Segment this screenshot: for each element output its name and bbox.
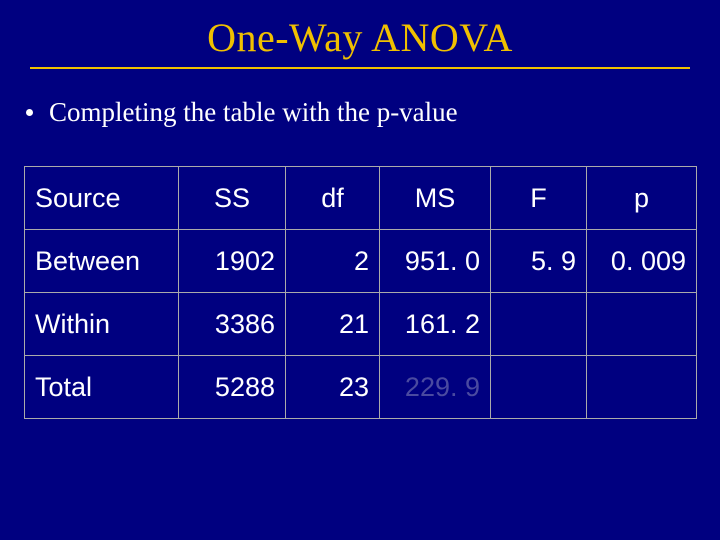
col-source: Source bbox=[25, 167, 179, 230]
cell-between-ms: 951. 0 bbox=[380, 230, 491, 293]
col-f: F bbox=[491, 167, 587, 230]
cell-total-p bbox=[587, 356, 697, 419]
bullet-icon bbox=[26, 109, 33, 116]
cell-total-ms: 229. 9 bbox=[380, 356, 491, 419]
slide-title: One-Way ANOVA bbox=[0, 0, 720, 61]
table-header-row: Source SS df MS F p bbox=[25, 167, 697, 230]
cell-between-df: 2 bbox=[286, 230, 380, 293]
col-df: df bbox=[286, 167, 380, 230]
row-between: Between 1902 2 951. 0 5. 9 0. 009 bbox=[25, 230, 697, 293]
cell-within-f bbox=[491, 293, 587, 356]
cell-within-source: Within bbox=[25, 293, 179, 356]
cell-within-df: 21 bbox=[286, 293, 380, 356]
cell-within-ss: 3386 bbox=[179, 293, 286, 356]
col-ms: MS bbox=[380, 167, 491, 230]
title-underline bbox=[30, 67, 690, 69]
anova-table: Source SS df MS F p Between 1902 2 951. … bbox=[24, 166, 697, 419]
bullet-row: Completing the table with the p-value bbox=[26, 97, 720, 128]
cell-between-f: 5. 9 bbox=[491, 230, 587, 293]
col-ss: SS bbox=[179, 167, 286, 230]
row-within: Within 3386 21 161. 2 bbox=[25, 293, 697, 356]
cell-within-p bbox=[587, 293, 697, 356]
cell-total-source: Total bbox=[25, 356, 179, 419]
bullet-text: Completing the table with the p-value bbox=[49, 97, 458, 128]
cell-within-ms: 161. 2 bbox=[380, 293, 491, 356]
slide: One-Way ANOVA Completing the table with … bbox=[0, 0, 720, 540]
cell-total-ss: 5288 bbox=[179, 356, 286, 419]
cell-total-f bbox=[491, 356, 587, 419]
cell-between-source: Between bbox=[25, 230, 179, 293]
cell-between-p: 0. 009 bbox=[587, 230, 697, 293]
cell-total-df: 23 bbox=[286, 356, 380, 419]
row-total: Total 5288 23 229. 9 bbox=[25, 356, 697, 419]
col-p: p bbox=[587, 167, 697, 230]
cell-between-ss: 1902 bbox=[179, 230, 286, 293]
